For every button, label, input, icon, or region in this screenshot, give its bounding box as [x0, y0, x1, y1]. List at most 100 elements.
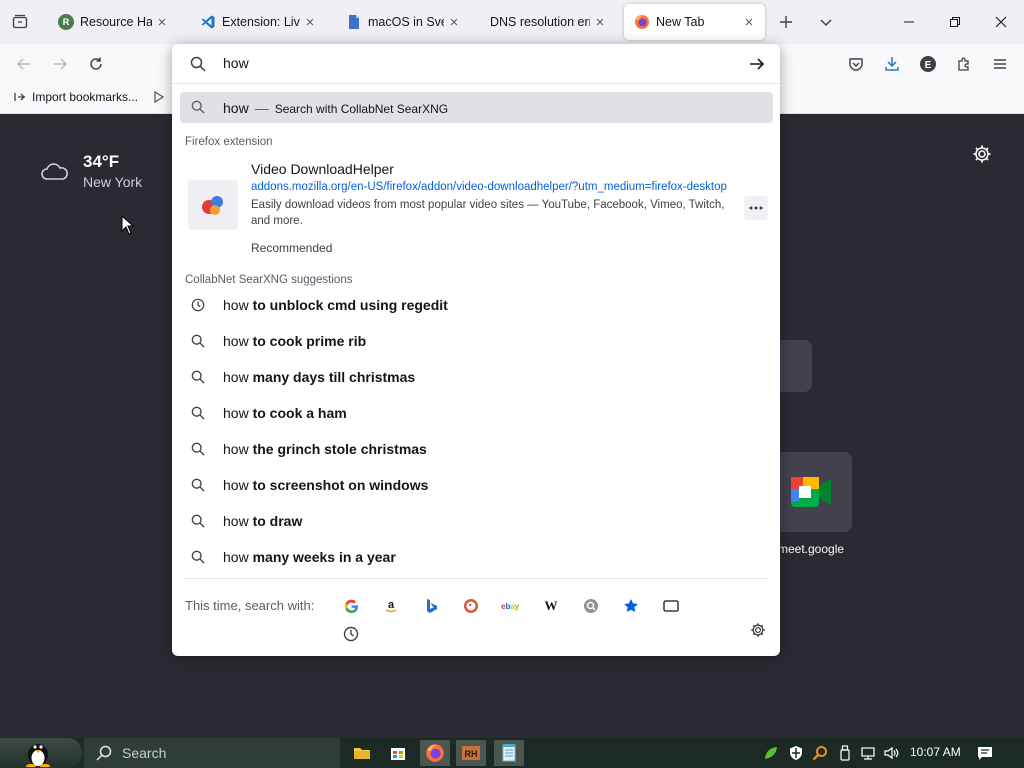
store-icon	[391, 748, 405, 760]
tab-strip: R Resource Hacke × Extension: Live S × m…	[0, 0, 1024, 44]
chevron-down-icon	[820, 19, 832, 27]
suggestion-row[interactable]: how the grinch stole christmas	[180, 433, 773, 465]
close-icon	[995, 16, 1007, 28]
tab-macos-svelte[interactable]: macOS in Svelte ×	[336, 4, 470, 40]
resource-hacker-icon: RH	[462, 746, 480, 760]
urlbar[interactable]: how	[172, 44, 780, 84]
suggestion-row[interactable]: how to screenshot on windows	[180, 469, 773, 501]
back-button[interactable]	[10, 50, 38, 78]
forward-arrow-icon	[54, 58, 68, 70]
list-all-tabs-button[interactable]	[8, 10, 32, 34]
extensions-button[interactable]	[950, 50, 978, 78]
magnifier-icon	[812, 746, 827, 761]
suggestion-row[interactable]: how many days till christmas	[180, 361, 773, 393]
forward-button[interactable]	[46, 50, 74, 78]
engine-ebay-button[interactable]: ebay	[501, 596, 521, 616]
engine-amazon-button[interactable]: a	[381, 596, 401, 616]
search-with-engine-row[interactable]: how — Search with CollabNet SearXNG	[180, 92, 773, 123]
import-bookmarks-label: Import bookmarks...	[32, 90, 139, 104]
close-tab-icon[interactable]: ×	[592, 14, 608, 31]
search-icon	[191, 478, 205, 492]
tab-title: Resource Hacke	[80, 15, 152, 29]
tab-extension-live[interactable]: Extension: Live S ×	[190, 4, 326, 40]
close-tab-icon[interactable]: ×	[154, 14, 170, 31]
extension-url[interactable]: addons.mozilla.org/en-US/firefox/addon/v…	[251, 181, 731, 193]
engine-bing-button[interactable]	[421, 596, 441, 616]
search-settings-gear-icon[interactable]	[750, 622, 766, 638]
tabs-search-button[interactable]	[661, 596, 681, 616]
suggestion-row[interactable]: how to unblock cmd using regedit	[180, 289, 773, 321]
tray-search-icon[interactable]	[812, 745, 828, 761]
start-button[interactable]	[0, 738, 82, 768]
svg-text:E: E	[925, 60, 932, 71]
shortcut-tile-partial[interactable]	[780, 340, 812, 392]
bookmarks-search-button[interactable]	[621, 596, 641, 616]
weather-temperature: 34°F	[83, 152, 120, 171]
close-tab-icon[interactable]: ×	[446, 14, 462, 31]
network-icon	[861, 747, 875, 760]
tray-app-icon[interactable]	[763, 745, 779, 761]
suggestion-row[interactable]: how many weeks in a year	[180, 541, 773, 573]
extension-suggestion-row[interactable]: Video DownloadHelper addons.mozilla.org/…	[180, 156, 773, 260]
tab-dns-error[interactable]: DNS resolution error ×	[480, 4, 616, 40]
suggestion-rest: to unblock cmd using regedit	[252, 297, 448, 313]
separator: —	[254, 100, 269, 116]
go-arrow-icon[interactable]	[748, 55, 766, 73]
tab-new-tab[interactable]: New Tab ×	[624, 4, 765, 40]
result-menu-button[interactable]	[744, 196, 768, 220]
search-icon	[190, 56, 206, 72]
downloads-button[interactable]	[878, 50, 906, 78]
new-tab-button[interactable]	[774, 10, 798, 34]
engine-searxng-button[interactable]	[581, 596, 601, 616]
history-search-button[interactable]	[341, 624, 361, 644]
tux-penguin-icon	[26, 744, 50, 767]
tray-usb-icon[interactable]	[837, 745, 853, 761]
suggestion-row[interactable]: how to draw	[180, 505, 773, 537]
engine-wikipedia-button[interactable]: W	[541, 596, 561, 616]
suggestion-rest: many weeks in a year	[252, 549, 396, 565]
weather-widget[interactable]: 34°F New York	[40, 152, 142, 190]
urlbar-input-text[interactable]: how	[223, 55, 249, 71]
app-menu-button[interactable]	[986, 50, 1014, 78]
suggestion-row[interactable]: how to cook a ham	[180, 397, 773, 429]
bookmark-item[interactable]	[153, 90, 165, 104]
taskbar-notepad[interactable]	[494, 740, 524, 766]
tray-security-icon[interactable]	[788, 745, 804, 761]
engine-google-button[interactable]	[341, 596, 361, 616]
svg-text:ebay: ebay	[501, 602, 520, 611]
close-tab-icon[interactable]: ×	[302, 14, 318, 31]
suggestion-prefix: how	[223, 513, 249, 529]
taskbar-search-box[interactable]: Search	[84, 738, 340, 768]
minimize-button[interactable]	[886, 0, 932, 44]
import-bookmarks-button[interactable]: Import bookmarks...	[12, 90, 138, 104]
extension-thumbnail	[188, 180, 238, 230]
taskbar-store[interactable]	[383, 740, 413, 766]
suggestion-rest: to cook a ham	[252, 405, 347, 421]
engine-duckduckgo-button[interactable]	[461, 596, 481, 616]
notepad-icon	[502, 744, 516, 762]
bing-icon	[427, 599, 437, 613]
tray-volume-icon[interactable]	[883, 745, 899, 761]
list-tabs-button[interactable]	[814, 10, 838, 34]
pocket-button[interactable]	[842, 50, 870, 78]
shortcut-tile-meet[interactable]	[780, 452, 852, 532]
restore-button[interactable]	[932, 0, 978, 44]
tray-network-icon[interactable]	[860, 745, 876, 761]
ebay-icon: ebay	[501, 602, 520, 611]
notification-center-button[interactable]	[977, 745, 993, 761]
reload-button[interactable]	[82, 50, 110, 78]
taskbar-clock[interactable]: 10:07 AM	[910, 745, 961, 759]
account-button[interactable]: E	[914, 50, 942, 78]
close-window-button[interactable]	[978, 0, 1024, 44]
taskbar-file-explorer[interactable]	[347, 740, 377, 766]
personalize-button[interactable]	[972, 144, 994, 166]
taskbar-firefox[interactable]	[420, 740, 450, 766]
firefox-favicon-icon	[634, 14, 650, 30]
close-tab-icon[interactable]: ×	[741, 14, 757, 31]
group-label-suggestions: CollabNet SearXNG suggestions	[185, 274, 353, 286]
taskbar-search-label: Search	[122, 745, 167, 761]
taskbar-resource-hacker[interactable]: RH	[456, 740, 486, 766]
history-clock-icon	[191, 298, 205, 312]
suggestion-row[interactable]: how to cook prime rib	[180, 325, 773, 357]
tab-resource-hacker[interactable]: R Resource Hacke ×	[48, 4, 178, 40]
